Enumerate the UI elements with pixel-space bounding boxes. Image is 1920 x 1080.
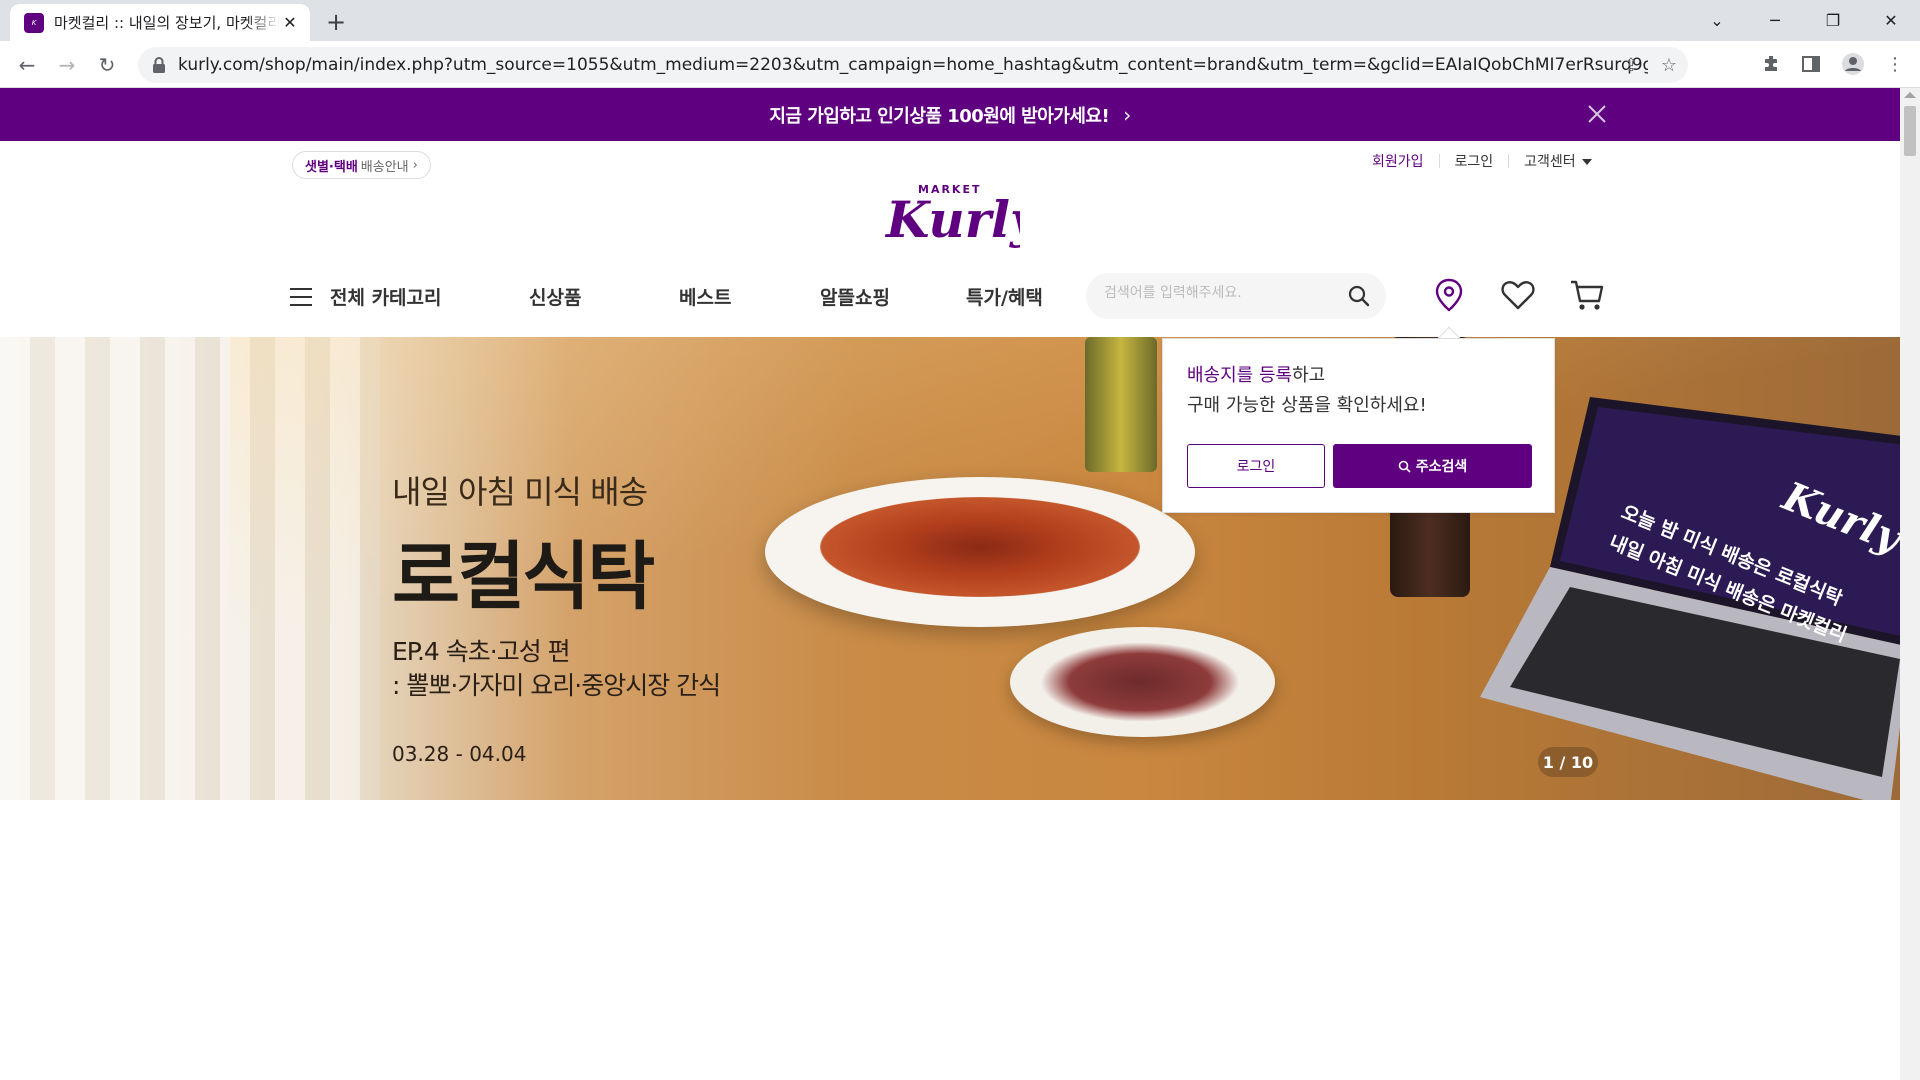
chevron-right-icon: › bbox=[1123, 102, 1131, 127]
hero-octopus-dish-image bbox=[1040, 642, 1240, 722]
profile-avatar-icon[interactable] bbox=[1840, 51, 1866, 77]
close-icon[interactable] bbox=[1585, 102, 1609, 126]
customer-center-link[interactable]: 고객센터 bbox=[1524, 151, 1592, 171]
hero-banner[interactable]: 오늘 밤 미식 배송은 로컬식탁 내일 아침 미식 배송은 마켓컬리 Kurly… bbox=[0, 337, 1900, 800]
browser-toolbar: ← → ↻ kurly.com/shop/main/index.php?utm_… bbox=[0, 41, 1920, 88]
nav-new-products[interactable]: 신상품 bbox=[529, 283, 581, 310]
signup-link[interactable]: 회원가입 bbox=[1372, 151, 1424, 171]
restore-icon[interactable]: ❐ bbox=[1804, 0, 1862, 41]
nav-best[interactable]: 베스트 bbox=[679, 283, 731, 310]
nav-special-deals[interactable]: 특가/혜택 bbox=[966, 283, 1043, 310]
popover-highlight: 배송지를 등록 bbox=[1187, 365, 1293, 386]
site-header: 샛별·택배 배송안내 › 회원가입 로그인 고객센터 MARKET Kurly … bbox=[0, 141, 1900, 336]
tab-close-icon[interactable]: ✕ bbox=[280, 13, 300, 33]
popover-line2: 구매 가능한 상품을 확인하세요! bbox=[1187, 395, 1427, 416]
search-input[interactable] bbox=[1104, 285, 1344, 301]
url-text[interactable]: kurly.com/shop/main/index.php?utm_source… bbox=[178, 55, 1648, 75]
scroll-thumb[interactable] bbox=[1904, 106, 1916, 156]
popover-line1-rest: 하고 bbox=[1292, 365, 1326, 386]
bookmark-star-icon[interactable]: ☆ bbox=[1658, 54, 1680, 76]
location-pin-icon[interactable] bbox=[1429, 275, 1469, 315]
search-icon[interactable] bbox=[1348, 285, 1370, 307]
scroll-up-arrow-icon[interactable] bbox=[1904, 92, 1916, 98]
address-search-button[interactable]: 주소검색 bbox=[1333, 444, 1532, 488]
hero-episode: EP.4 속초·고성 편 : 뽈뽀·가자미 요리·중앙시장 간식 bbox=[392, 635, 721, 703]
hamburger-icon bbox=[290, 287, 312, 306]
top-links: 회원가입 로그인 고객센터 bbox=[1372, 151, 1592, 171]
chevron-right-icon: › bbox=[412, 157, 418, 173]
all-categories-menu[interactable]: 전체 카테고리 bbox=[290, 283, 442, 310]
customer-center-label: 고객센터 bbox=[1524, 154, 1576, 170]
kurly-favicon-icon: K bbox=[24, 12, 44, 33]
popover-message: 배송지를 등록하고 구매 가능한 상품을 확인하세요! bbox=[1187, 361, 1427, 421]
divider bbox=[1438, 154, 1440, 168]
delivery-label: 배송안내 bbox=[360, 159, 409, 175]
nav-thrift-shopping[interactable]: 알뜰쇼핑 bbox=[820, 283, 890, 310]
heart-icon[interactable] bbox=[1498, 275, 1538, 315]
search-box bbox=[1086, 273, 1386, 319]
browser-tab[interactable]: K 마켓컬리 :: 내일의 장보기, 마켓컬리 ✕ bbox=[10, 4, 310, 41]
divider bbox=[1508, 154, 1510, 168]
delivery-highlight: 샛별·택배 bbox=[305, 159, 358, 175]
page-scrollbar[interactable] bbox=[1900, 88, 1920, 1080]
address-bar[interactable]: kurly.com/shop/main/index.php?utm_source… bbox=[138, 47, 1688, 83]
chrome-menu-icon[interactable]: ⋮ bbox=[1882, 51, 1908, 77]
new-tab-icon[interactable]: + bbox=[322, 8, 350, 36]
share-icon[interactable]: ⇪ bbox=[1620, 54, 1642, 76]
hero-olive-oil-image bbox=[1085, 337, 1157, 472]
hero-episode-desc: : 뽈뽀·가자미 요리·중앙시장 간식 bbox=[392, 671, 721, 700]
tab-title: 마켓컬리 :: 내일의 장보기, 마켓컬리 bbox=[54, 14, 280, 32]
caret-down-icon bbox=[1581, 159, 1592, 165]
hero-episode-title: EP.4 속초·고성 편 bbox=[392, 637, 571, 666]
slide-counter: 1 / 10 bbox=[1538, 747, 1598, 777]
popover-login-button[interactable]: 로그인 bbox=[1187, 444, 1325, 488]
minimize-icon[interactable]: ─ bbox=[1746, 0, 1804, 41]
side-panel-icon[interactable] bbox=[1798, 51, 1824, 77]
all-categories-label: 전체 카테고리 bbox=[330, 287, 442, 309]
hero-title: 로컬식탁 bbox=[392, 534, 655, 620]
back-icon[interactable]: ← bbox=[12, 50, 42, 80]
reload-icon[interactable]: ↻ bbox=[92, 50, 122, 80]
tab-search-icon[interactable]: ⌄ bbox=[1688, 0, 1746, 41]
address-search-label: 주소검색 bbox=[1415, 459, 1468, 475]
login-link[interactable]: 로그인 bbox=[1455, 151, 1494, 171]
forward-icon[interactable]: → bbox=[52, 50, 82, 80]
search-icon bbox=[1398, 460, 1411, 473]
browser-tabbar: K 마켓컬리 :: 내일의 장보기, 마켓컬리 ✕ + ⌄ ─ ❐ ✕ bbox=[0, 0, 1920, 41]
kurly-logo[interactable]: MARKET Kurly bbox=[880, 175, 1020, 265]
close-window-icon[interactable]: ✕ bbox=[1862, 0, 1920, 41]
promo-text[interactable]: 지금 가입하고 인기상품 100원에 받아가세요! bbox=[769, 102, 1109, 128]
delivery-info-button[interactable]: 샛별·택배 배송안내 › bbox=[292, 151, 431, 179]
hero-fish-dish-image bbox=[820, 497, 1140, 597]
global-nav: 전체 카테고리 신상품 베스트 알뜰쇼핑 특가/혜택 bbox=[290, 271, 1610, 323]
promo-banner[interactable]: 지금 가입하고 인기상품 100원에 받아가세요! › bbox=[0, 88, 1900, 141]
lock-icon bbox=[153, 57, 165, 73]
page: 지금 가입하고 인기상품 100원에 받아가세요! › 샛별·택배 배송안내 ›… bbox=[0, 88, 1900, 1080]
extensions-icon[interactable] bbox=[1758, 51, 1784, 77]
hero-date: 03.28 - 04.04 bbox=[392, 742, 527, 766]
hero-subtitle: 내일 아침 미식 배송 bbox=[392, 473, 648, 511]
address-popover: 배송지를 등록하고 구매 가능한 상품을 확인하세요! 로그인 주소검색 bbox=[1162, 338, 1555, 513]
logo-kurly-text: Kurly bbox=[884, 190, 1020, 249]
cart-icon[interactable] bbox=[1567, 275, 1607, 315]
